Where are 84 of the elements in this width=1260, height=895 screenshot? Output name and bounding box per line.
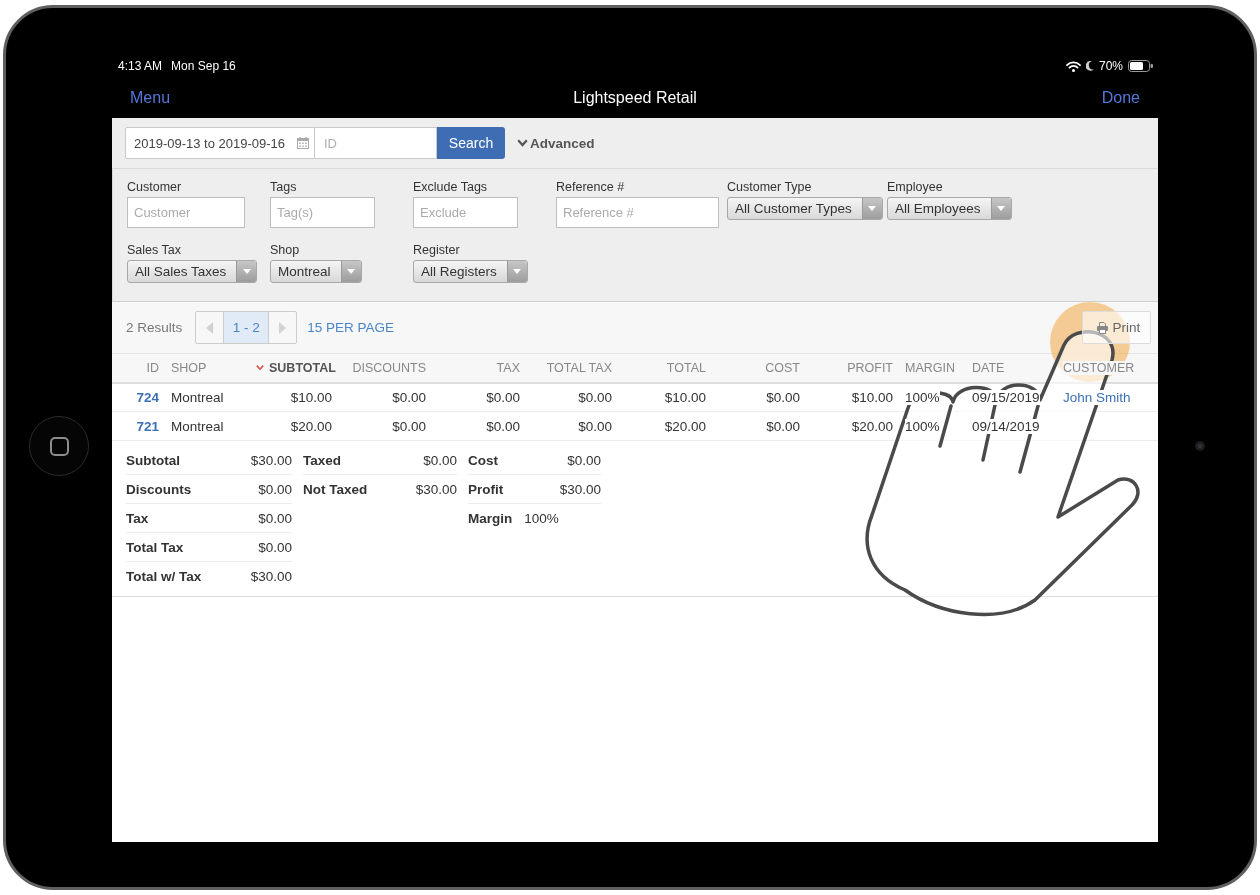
filter-input[interactable]: Tag(s) xyxy=(270,197,375,228)
filter-dropdown[interactable]: Montreal xyxy=(270,260,362,283)
summary-label: Total w/ Tax xyxy=(126,569,202,584)
table-cell: 100% xyxy=(905,418,940,434)
filter-label: Shop xyxy=(270,243,300,257)
done-button[interactable]: Done xyxy=(1101,88,1140,107)
column-header[interactable]: DISCOUNTS xyxy=(338,353,432,383)
summary-value: $0.00 xyxy=(567,452,601,468)
search-button[interactable]: Search xyxy=(437,127,505,159)
summary-label: Discounts xyxy=(126,481,192,497)
battery-percent: 70% xyxy=(1098,59,1123,73)
filter-label: Tags xyxy=(270,180,297,194)
column-header[interactable]: TAX xyxy=(432,353,526,383)
caret-down-icon xyxy=(242,269,251,274)
camera-icon xyxy=(1195,441,1205,451)
filter-input[interactable]: Customer xyxy=(127,197,245,228)
summary-value: $0.00 xyxy=(258,539,292,555)
summary-value: 100% xyxy=(524,511,559,526)
summary-label: Profit xyxy=(468,481,504,497)
table-cell: 09/15/2019 xyxy=(972,389,1040,405)
filter-dropdown[interactable]: All Sales Taxes xyxy=(127,260,258,283)
per-page-link[interactable]: 15 PER PAGE xyxy=(307,320,395,335)
chevron-down-icon xyxy=(517,139,528,147)
column-header[interactable]: CUSTOMER xyxy=(1057,353,1158,383)
filter-label: Sales Tax xyxy=(127,243,181,257)
column-header[interactable]: TOTAL xyxy=(618,353,712,383)
table-cell: 09/14/2019 xyxy=(972,418,1040,434)
wifi-icon xyxy=(1065,60,1081,72)
column-header[interactable]: MARGIN xyxy=(899,353,966,383)
date-range-field[interactable]: 2019-09-13 to 2019-09-16 xyxy=(125,127,315,159)
column-header[interactable]: COST xyxy=(712,353,806,383)
summary-value: $30.00 xyxy=(559,481,601,497)
status-date: Mon Sep 16 xyxy=(171,59,236,73)
summary-value: $30.00 xyxy=(250,452,292,468)
filter-dropdown[interactable]: All Registers xyxy=(413,260,528,283)
filter-label: Employee xyxy=(887,180,943,194)
column-header[interactable]: ID xyxy=(112,353,165,383)
right-triangle-icon xyxy=(279,321,287,334)
summary-label: Taxed xyxy=(303,452,341,468)
column-header[interactable]: DATE xyxy=(966,353,1057,383)
moon-icon xyxy=(1085,61,1094,71)
column-header[interactable]: TOTAL TAX xyxy=(526,353,618,383)
calendar-icon xyxy=(297,137,309,149)
print-button[interactable]: Print xyxy=(1082,311,1151,344)
status-time: 4:13 AM xyxy=(118,59,163,73)
summary-label: Tax xyxy=(126,510,149,526)
menu-button[interactable]: Menu xyxy=(130,88,171,107)
caret-down-icon xyxy=(513,269,522,274)
sort-caret-icon xyxy=(256,364,264,370)
filter-label: Customer xyxy=(127,180,182,194)
summary-label: Total Tax xyxy=(126,539,184,555)
filter-input[interactable]: Reference # xyxy=(556,197,719,228)
caret-down-icon xyxy=(868,206,877,211)
summary-value: $0.00 xyxy=(423,452,457,468)
left-triangle-icon xyxy=(206,321,214,334)
results-count: 2 Results xyxy=(126,320,183,335)
advanced-toggle[interactable]: Advanced xyxy=(517,135,595,151)
filter-label: Register xyxy=(413,243,460,257)
page-button[interactable]: 1 - 2 xyxy=(223,312,270,343)
summary-label: Margin xyxy=(468,511,513,526)
id-field[interactable]: ID xyxy=(315,127,437,159)
summary-value: $0.00 xyxy=(258,481,292,497)
filter-dropdown[interactable]: All Customer Types xyxy=(727,197,883,220)
battery-icon xyxy=(1128,60,1153,72)
summary-label: Cost xyxy=(468,452,498,468)
table-cell: 100% xyxy=(905,389,940,405)
column-header[interactable]: SHOP xyxy=(165,353,250,383)
filter-label: Reference # xyxy=(556,180,625,194)
filter-label: Customer Type xyxy=(727,180,812,194)
column-header[interactable]: SUBTOTAL xyxy=(250,353,338,383)
summary-value: $30.00 xyxy=(250,569,292,584)
filter-label: Exclude Tags xyxy=(413,180,488,194)
app-title: Lightspeed Retail xyxy=(573,88,697,107)
summary-label: Not Taxed xyxy=(303,482,368,497)
name-link[interactable]: John Smith xyxy=(1063,389,1131,405)
filter-input[interactable]: Exclude xyxy=(413,197,518,228)
summary-label: Subtotal xyxy=(126,452,180,468)
caret-down-icon xyxy=(997,206,1006,211)
caret-down-icon xyxy=(347,269,356,274)
column-header[interactable]: PROFIT xyxy=(806,353,899,383)
summary-value: $30.00 xyxy=(415,482,457,497)
filter-dropdown[interactable]: All Employees xyxy=(887,197,1012,220)
summary-value: $0.00 xyxy=(258,510,292,526)
printer-icon xyxy=(1096,321,1108,334)
